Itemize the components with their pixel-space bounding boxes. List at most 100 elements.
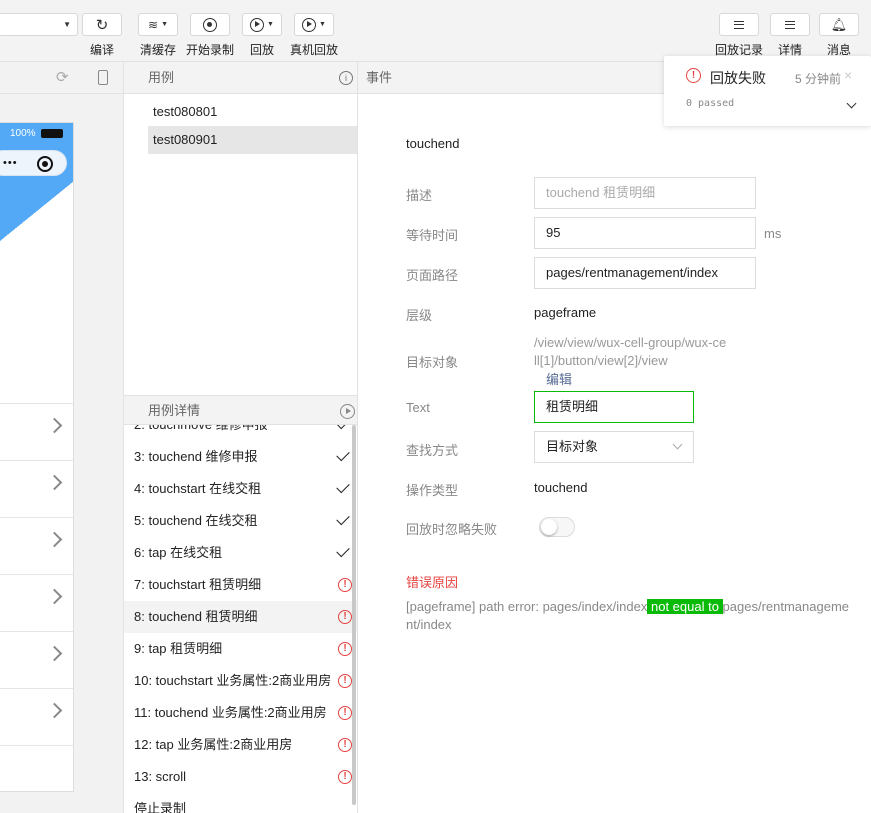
banner	[0, 181, 73, 241]
close-icon[interactable]: ×	[844, 67, 852, 83]
simulator-header: ⟳	[0, 62, 123, 94]
desc-input[interactable]: touchend 租赁明细	[534, 177, 756, 209]
clear-cache-button[interactable]: ≋ ▼ 清缓存	[136, 13, 180, 58]
simulator-panel: ⟳ 100% •••	[0, 62, 124, 813]
step-item[interactable]: 4: touchstart 在线交租	[124, 473, 357, 505]
error-icon: !	[338, 706, 352, 720]
play-icon[interactable]	[340, 404, 355, 419]
list-item[interactable]	[0, 688, 73, 745]
step-item[interactable]: 13: scroll!	[124, 761, 357, 793]
play-icon	[250, 17, 265, 32]
caret-down-icon: ▼	[267, 21, 274, 28]
error-icon: !	[338, 738, 352, 752]
events-panel: 事件 touchend 描述 touchend 租赁明细 等待时间 95 ms …	[358, 62, 871, 813]
caret-down-icon: ▼	[161, 21, 168, 28]
case-item[interactable]: test080801	[148, 98, 357, 126]
phone-screen[interactable]: 100% •••	[0, 122, 74, 792]
chevron-right-icon	[46, 645, 63, 662]
ignore-toggle[interactable]	[539, 517, 575, 537]
path-input[interactable]: pages/rentmanagement/index	[534, 257, 756, 289]
toast-summary: 0 passed	[686, 98, 735, 109]
desc-label: 描述	[406, 188, 433, 203]
rotate-icon[interactable]: ⟳	[56, 68, 69, 86]
play-icon	[302, 17, 317, 32]
step-item[interactable]: 12: tap 业务属性:2商业用房!	[124, 729, 357, 761]
chevron-down-icon[interactable]	[846, 98, 857, 109]
compile-button[interactable]: ↻ 编译	[82, 13, 122, 58]
replay-button[interactable]: ▼ 回放	[241, 13, 283, 58]
close-circle-icon	[37, 156, 53, 172]
list-item[interactable]	[0, 460, 73, 517]
event-name: touchend	[406, 136, 460, 151]
chevron-right-icon	[46, 531, 63, 548]
error-icon: !	[338, 674, 352, 688]
level-value: pageframe	[534, 305, 597, 320]
step-item[interactable]: 10: touchstart 业务属性:2商业用房!	[124, 665, 357, 697]
menu-icon	[785, 20, 795, 29]
text-input[interactable]: 租赁明细	[534, 391, 694, 423]
step-item[interactable]: 3: touchend 维修申报	[124, 441, 357, 473]
check-icon	[336, 543, 350, 558]
check-icon	[336, 511, 350, 526]
error-icon: !	[338, 642, 352, 656]
toast-title: 回放失败	[710, 70, 766, 86]
step-item[interactable]: 停止录制	[124, 793, 357, 813]
wait-unit: ms	[764, 226, 782, 241]
step-item[interactable]: 11: touchend 业务属性:2商业用房!	[124, 697, 357, 729]
path-label: 页面路径	[406, 268, 459, 283]
menu-capsule[interactable]: •••	[0, 150, 67, 176]
list-item[interactable]	[0, 403, 73, 460]
chevron-down-icon	[672, 439, 683, 450]
details-button[interactable]: 详情	[770, 13, 810, 58]
list-item[interactable]	[0, 574, 73, 631]
wait-input[interactable]: 95	[534, 217, 756, 249]
compile-mode-select[interactable]: ▼	[0, 13, 78, 36]
op-label: 操作类型	[406, 483, 459, 498]
scrollbar[interactable]	[352, 425, 356, 805]
check-icon	[336, 447, 350, 462]
list-item[interactable]	[0, 631, 73, 688]
step-item[interactable]: 5: touchend 在线交租	[124, 505, 357, 537]
wait-label: 等待时间	[406, 228, 459, 243]
step-item[interactable]: 7: touchstart 租赁明细!	[124, 569, 357, 601]
error-icon: !	[338, 610, 352, 624]
menu-icon	[734, 20, 744, 29]
record-icon	[203, 17, 217, 32]
case-item-selected[interactable]: test080901	[148, 126, 357, 154]
error-icon: !	[338, 578, 352, 592]
replay-history-button[interactable]: 回放记录	[715, 13, 763, 58]
battery-icon	[41, 129, 63, 138]
replay-failed-toast[interactable]: ! 回放失败 5 分钟前 × 0 passed	[664, 56, 871, 126]
info-icon[interactable]: i	[339, 71, 353, 85]
nav-bar: •••	[0, 145, 73, 181]
step-item[interactable]: 2: touchmove 维修申报	[124, 425, 357, 441]
find-select[interactable]: 目标对象	[534, 431, 694, 463]
more-dots-icon: •••	[3, 157, 18, 169]
chevron-right-icon	[46, 474, 63, 491]
step-item[interactable]: 6: tap 在线交租	[124, 537, 357, 569]
cases-header: 用例 i	[124, 62, 357, 94]
list-item[interactable]	[0, 517, 73, 574]
error-highlight: not equal to	[647, 599, 723, 614]
layers-icon: ≋	[148, 17, 159, 32]
start-record-button[interactable]: 开始录制	[186, 13, 234, 58]
error-message: [pageframe] path error: pages/index/inde…	[406, 599, 850, 632]
error-title: 错误原因	[406, 575, 459, 590]
step-item[interactable]: 8: touchend 租赁明细!	[124, 601, 357, 633]
op-value: touchend	[534, 480, 588, 495]
edit-link[interactable]: 编辑	[546, 369, 572, 388]
toolbar: ▼ ↻ 编译 ≋ ▼ 清缓存 开始录制 ▼ 回放 ▼ 真机回放 回放记录 详情 🔔…	[0, 0, 871, 62]
text-label: Text	[406, 400, 430, 415]
cases-panel: 用例 i test080801 test080901 用例详情 2: touch…	[124, 62, 358, 813]
caret-down-icon: ▼	[319, 21, 326, 28]
step-item[interactable]: 9: tap 租赁明细!	[124, 633, 357, 665]
target-label: 目标对象	[406, 355, 459, 370]
check-icon	[336, 425, 350, 430]
chevron-right-icon	[46, 702, 63, 719]
phone-icon[interactable]	[98, 70, 108, 85]
messages-button[interactable]: 🔔︎ 消息	[819, 13, 859, 58]
find-label: 查找方式	[406, 443, 459, 458]
device-replay-button[interactable]: ▼ 真机回放	[290, 13, 338, 58]
ignore-label: 回放时忽略失败	[406, 522, 498, 537]
check-icon	[336, 479, 350, 494]
